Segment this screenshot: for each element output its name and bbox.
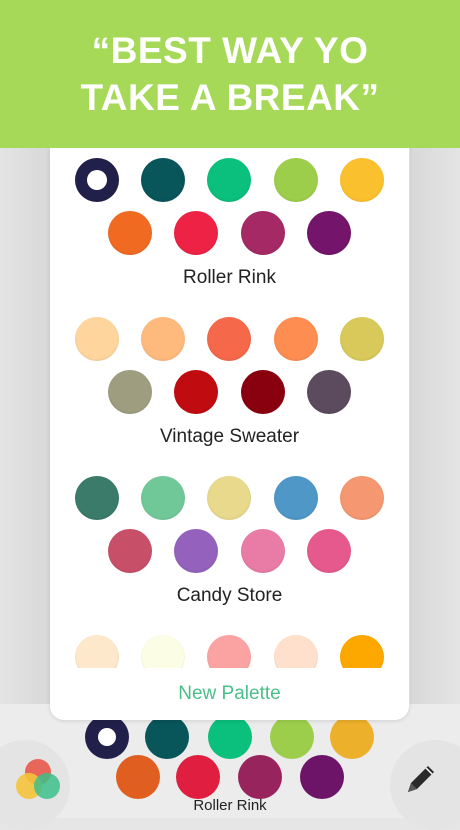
- color-swatch[interactable]: [75, 476, 119, 520]
- color-swatch[interactable]: [141, 635, 185, 668]
- current-palette-name: Roller Rink: [193, 797, 267, 814]
- bar-color-swatch[interactable]: [116, 755, 160, 799]
- promo-banner: “BEST WAY YO TAKE A BREAK”: [0, 0, 460, 148]
- swatch-row: [50, 635, 409, 668]
- color-swatch[interactable]: [207, 476, 251, 520]
- bar-color-swatch[interactable]: [330, 715, 374, 759]
- color-swatch[interactable]: [274, 476, 318, 520]
- palette-block[interactable]: Roller Rink: [50, 158, 409, 317]
- color-swatch[interactable]: [174, 211, 218, 255]
- pencil-icon[interactable]: [402, 760, 440, 798]
- swatch-row: [50, 370, 409, 414]
- bar-color-swatch[interactable]: [208, 715, 252, 759]
- color-swatch[interactable]: [141, 476, 185, 520]
- color-swatch[interactable]: [274, 317, 318, 361]
- bar-color-swatch[interactable]: [176, 755, 220, 799]
- swatch-row: [50, 529, 409, 573]
- color-swatch[interactable]: [241, 370, 285, 414]
- color-swatch[interactable]: [340, 635, 384, 668]
- color-swatch[interactable]: [307, 211, 351, 255]
- color-swatch[interactable]: [207, 317, 251, 361]
- palette-name: Candy Store: [176, 585, 283, 606]
- color-swatch[interactable]: [174, 529, 218, 573]
- bar-color-swatch[interactable]: [270, 715, 314, 759]
- color-swatch[interactable]: [207, 158, 251, 202]
- promo-headline: “BEST WAY YO TAKE A BREAK”: [80, 30, 380, 118]
- bar-color-swatch[interactable]: [238, 755, 282, 799]
- color-swatch[interactable]: [75, 158, 119, 202]
- color-swatch[interactable]: [340, 476, 384, 520]
- new-palette-button[interactable]: New Palette: [50, 683, 409, 705]
- color-swatch[interactable]: [207, 635, 251, 668]
- color-swatch[interactable]: [108, 370, 152, 414]
- palette-block[interactable]: [50, 635, 409, 668]
- palette-list: Roller Rink Vintage Sweater Candy Store: [50, 148, 409, 668]
- color-swatch[interactable]: [340, 317, 384, 361]
- color-swatch[interactable]: [307, 370, 351, 414]
- color-swatch[interactable]: [75, 635, 119, 668]
- swatch-row: [50, 317, 409, 361]
- bar-color-swatch[interactable]: [85, 715, 129, 759]
- color-swatch[interactable]: [141, 317, 185, 361]
- color-swatch[interactable]: [174, 370, 218, 414]
- color-swatch[interactable]: [274, 158, 318, 202]
- palette-name: Roller Rink: [183, 267, 276, 288]
- palette-name: Vintage Sweater: [159, 426, 300, 447]
- color-swatch[interactable]: [307, 529, 351, 573]
- color-swatch[interactable]: [274, 635, 318, 668]
- left-peek-card: [0, 148, 50, 718]
- color-swatch[interactable]: [241, 529, 285, 573]
- bar-color-swatch[interactable]: [145, 715, 189, 759]
- color-swatch[interactable]: [75, 317, 119, 361]
- palette-block[interactable]: Vintage Sweater: [50, 317, 409, 476]
- color-swatch[interactable]: [108, 211, 152, 255]
- color-swatch[interactable]: [108, 529, 152, 573]
- bar-color-swatch[interactable]: [300, 755, 344, 799]
- color-swatch[interactable]: [340, 158, 384, 202]
- palette-block[interactable]: Candy Store: [50, 476, 409, 635]
- color-swatch[interactable]: [241, 211, 285, 255]
- swatch-row: [50, 211, 409, 255]
- right-peek-card: [410, 148, 460, 718]
- color-swatch[interactable]: [141, 158, 185, 202]
- swatch-row: [50, 158, 409, 202]
- swatch-row: [50, 476, 409, 520]
- palette-list-card: Roller Rink Vintage Sweater Candy Store Ne…: [50, 148, 409, 720]
